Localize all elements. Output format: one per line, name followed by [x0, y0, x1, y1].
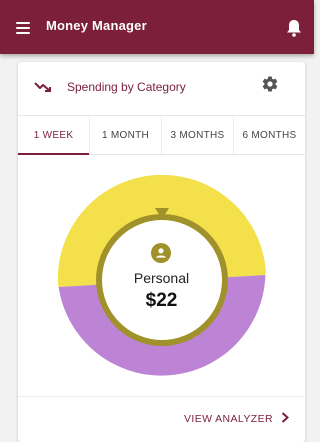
tab-3-months[interactable]: 3 MONTHS	[162, 116, 234, 154]
tab-6-months[interactable]: 6 MONTHS	[234, 116, 305, 154]
category-donut-chart: Personal $22	[18, 168, 305, 386]
tab-1-month[interactable]: 1 MONTH	[90, 116, 162, 154]
card-title: Spending by Category	[67, 80, 186, 94]
app-bar: Money Manager	[0, 0, 314, 54]
gear-icon[interactable]	[261, 75, 279, 93]
time-range-tabs: 1 WEEK 1 MONTH 3 MONTHS 6 MONTHS	[18, 115, 305, 155]
view-analyzer-button[interactable]: VIEW ANALYZER	[184, 412, 289, 426]
spending-card: Spending by Category 1 WEEK 1 MONTH 3 MO…	[18, 62, 305, 442]
view-analyzer-label: VIEW ANALYZER	[183, 413, 273, 425]
chevron-right-icon	[281, 412, 289, 426]
bell-icon[interactable]	[285, 18, 303, 38]
card-footer: VIEW ANALYZER	[18, 396, 305, 439]
hamburger-menu-icon[interactable]	[14, 18, 34, 36]
app-title: Money Manager	[46, 18, 147, 33]
selected-category-label: Personal	[133, 270, 190, 286]
person-circle-icon	[151, 243, 171, 263]
tab-1-week[interactable]: 1 WEEK	[18, 116, 90, 155]
trending-down-icon	[34, 80, 52, 92]
card-header: Spending by Category	[18, 62, 305, 112]
selected-category-amount: $22	[145, 290, 178, 311]
